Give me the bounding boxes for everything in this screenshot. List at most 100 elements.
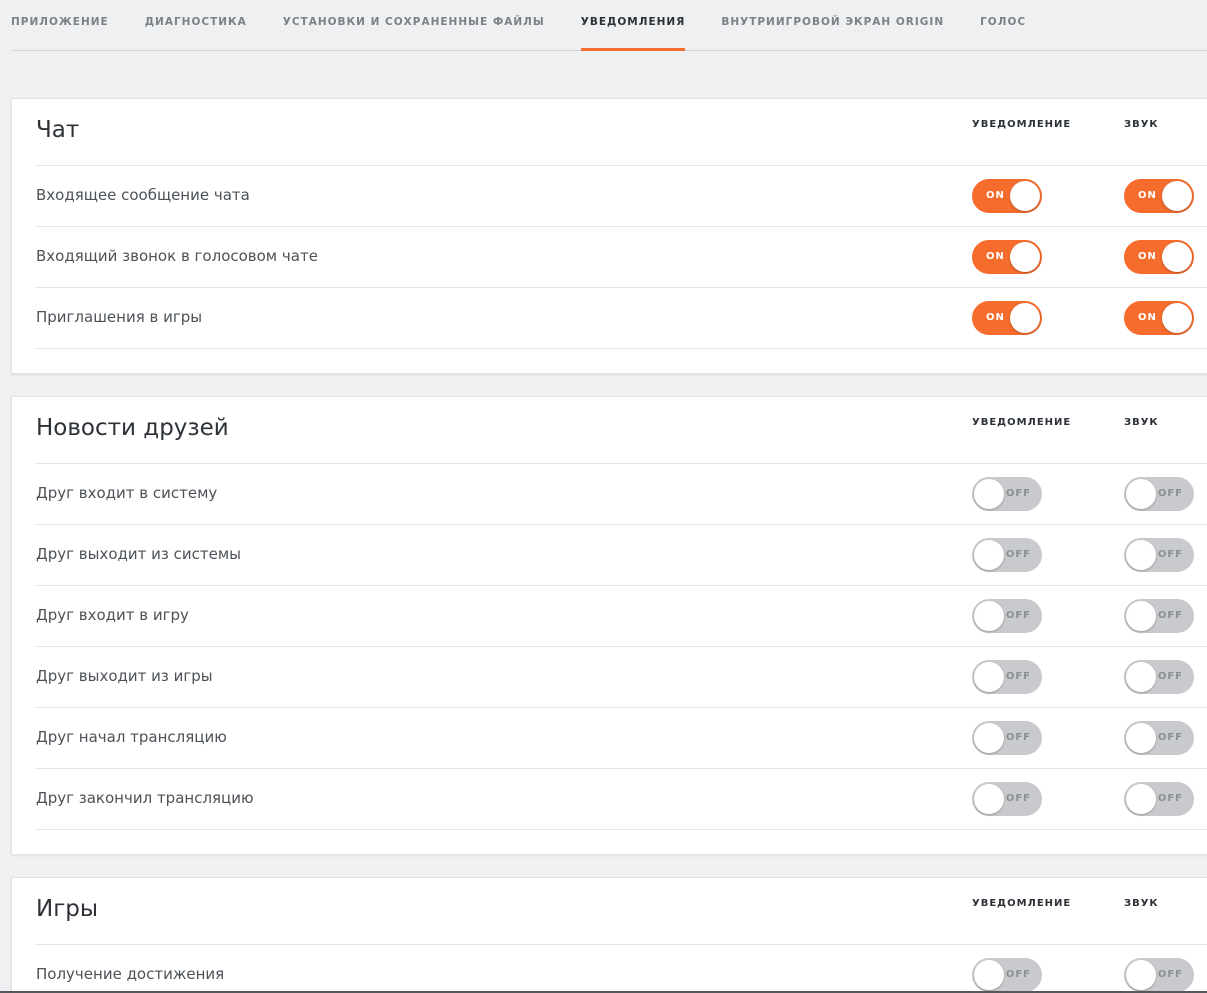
section-chat: Чат УВЕДОМЛЕНИЕ ЗВУК Входящее сообщение … xyxy=(11,98,1207,374)
toggle-state-text: OFF xyxy=(1157,793,1183,804)
tab-notifications[interactable]: УВЕДОМЛЕНИЯ xyxy=(580,0,686,51)
column-header-sound: ЗВУК xyxy=(1124,119,1159,130)
sound-toggle[interactable]: OFF xyxy=(1124,599,1194,633)
toggle-knob xyxy=(1010,303,1040,333)
sound-toggle[interactable]: ON xyxy=(1124,179,1194,213)
toggle-knob xyxy=(1126,601,1156,631)
setting-label: Получение достижения xyxy=(36,965,225,983)
toggle-knob xyxy=(974,601,1004,631)
notification-toggle[interactable]: OFF xyxy=(972,782,1042,816)
notification-toggle[interactable]: OFF xyxy=(972,599,1042,633)
setting-label: Друг входит в систему xyxy=(36,484,218,502)
toggle-state-text: OFF xyxy=(1157,732,1183,743)
toggle-state-text: OFF xyxy=(1005,488,1031,499)
section-title: Новости друзей xyxy=(36,415,229,441)
sound-toggle[interactable]: OFF xyxy=(1124,477,1194,511)
toggle-knob xyxy=(974,479,1004,509)
toggle-knob xyxy=(1126,960,1156,990)
toggle-knob xyxy=(1126,723,1156,753)
sound-toggle[interactable]: ON xyxy=(1124,301,1194,335)
toggle-state-text: OFF xyxy=(1005,969,1031,980)
sound-toggle[interactable]: OFF xyxy=(1124,538,1194,572)
notification-toggle[interactable]: OFF xyxy=(972,660,1042,694)
toggle-state-text: ON xyxy=(1138,251,1157,262)
setting-row: Друг выходит из системы OFF OFF xyxy=(35,525,1207,586)
notification-toggle[interactable]: ON xyxy=(972,179,1042,213)
toggle-knob xyxy=(974,723,1004,753)
toggle-knob xyxy=(1010,181,1040,211)
setting-label: Приглашения в игры xyxy=(36,308,203,326)
tab-application[interactable]: ПРИЛОЖЕНИЕ xyxy=(11,0,109,50)
toggle-state-text: ON xyxy=(1138,312,1157,323)
tab-diagnostics[interactable]: ДИАГНОСТИКА xyxy=(145,0,247,50)
notification-toggle[interactable]: ON xyxy=(972,301,1042,335)
setting-row: Друг входит в систему OFF OFF xyxy=(35,464,1207,525)
notification-toggle[interactable]: ON xyxy=(972,240,1042,274)
notification-toggle[interactable]: OFF xyxy=(972,721,1042,755)
toggle-knob xyxy=(1126,784,1156,814)
toggle-state-text: OFF xyxy=(1005,732,1031,743)
column-header-sound: ЗВУК xyxy=(1124,417,1159,428)
toggle-state-text: ON xyxy=(986,190,1005,201)
settings-page: ПРИЛОЖЕНИЕ ДИАГНОСТИКА УСТАНОВКИ И СОХРА… xyxy=(0,0,1207,993)
toggle-knob xyxy=(974,784,1004,814)
toggle-state-text: OFF xyxy=(1157,549,1183,560)
toggle-state-text: OFF xyxy=(1157,610,1183,621)
toggle-state-text: OFF xyxy=(1005,671,1031,682)
notification-toggle[interactable]: OFF xyxy=(972,538,1042,572)
toggle-knob xyxy=(974,540,1004,570)
setting-row: Друг входит в игру OFF OFF xyxy=(35,586,1207,647)
section-header: Чат УВЕДОМЛЕНИЕ ЗВУК xyxy=(35,99,1207,166)
setting-label: Входящий звонок в голосовом чате xyxy=(36,247,318,265)
toggle-state-text: ON xyxy=(986,251,1005,262)
toggle-state-text: ON xyxy=(1138,190,1157,201)
setting-label: Друг выходит из игры xyxy=(36,667,213,685)
setting-label: Друг закончил трансляцию xyxy=(36,789,254,807)
toggle-knob xyxy=(1126,662,1156,692)
setting-row: Входящее сообщение чата ON ON xyxy=(35,166,1207,227)
sound-toggle[interactable]: OFF xyxy=(1124,721,1194,755)
column-header-sound: ЗВУК xyxy=(1124,898,1159,909)
tab-origin-in-game[interactable]: ВНУТРИИГРОВОЙ ЭКРАН ORIGIN xyxy=(721,0,944,50)
section-header: Новости друзей УВЕДОМЛЕНИЕ ЗВУК xyxy=(35,397,1207,464)
toggle-state-text: OFF xyxy=(1005,793,1031,804)
toggle-state-text: ON xyxy=(986,312,1005,323)
notification-toggle[interactable]: OFF xyxy=(972,958,1042,992)
setting-label: Друг входит в игру xyxy=(36,606,189,624)
setting-label: Входящее сообщение чата xyxy=(36,186,250,204)
notification-toggle[interactable]: OFF xyxy=(972,477,1042,511)
tab-installs-saves[interactable]: УСТАНОВКИ И СОХРАНЕННЫЕ ФАЙЛЫ xyxy=(283,0,545,50)
setting-label: Друг начал трансляцию xyxy=(36,728,227,746)
tab-voice[interactable]: ГОЛОС xyxy=(980,0,1026,50)
section-header: Игры УВЕДОМЛЕНИЕ ЗВУК xyxy=(35,878,1207,945)
sound-toggle[interactable]: ON xyxy=(1124,240,1194,274)
toggle-knob xyxy=(1010,242,1040,272)
section-friends-news: Новости друзей УВЕДОМЛЕНИЕ ЗВУК Друг вхо… xyxy=(11,396,1207,855)
toggle-knob xyxy=(974,960,1004,990)
toggle-knob xyxy=(974,662,1004,692)
toggle-knob xyxy=(1162,181,1192,211)
toggle-state-text: OFF xyxy=(1005,549,1031,560)
setting-row: Приглашения в игры ON ON xyxy=(35,288,1207,349)
toggle-knob xyxy=(1162,242,1192,272)
setting-row: Получение достижения OFF OFF xyxy=(35,945,1207,993)
toggle-state-text: OFF xyxy=(1157,671,1183,682)
toggle-knob xyxy=(1162,303,1192,333)
section-title: Чат xyxy=(36,117,80,143)
setting-label: Друг выходит из системы xyxy=(36,545,241,563)
section-title: Игры xyxy=(36,896,99,922)
toggle-state-text: OFF xyxy=(1157,488,1183,499)
sound-toggle[interactable]: OFF xyxy=(1124,660,1194,694)
sound-toggle[interactable]: OFF xyxy=(1124,782,1194,816)
sound-toggle[interactable]: OFF xyxy=(1124,958,1194,992)
column-header-notification: УВЕДОМЛЕНИЕ xyxy=(972,898,1072,909)
toggle-state-text: OFF xyxy=(1005,610,1031,621)
setting-row: Друг закончил трансляцию OFF OFF xyxy=(35,769,1207,830)
setting-row: Входящий звонок в голосовом чате ON ON xyxy=(35,227,1207,288)
section-games: Игры УВЕДОМЛЕНИЕ ЗВУК Получение достижен… xyxy=(11,877,1207,993)
column-header-notification: УВЕДОМЛЕНИЕ xyxy=(972,119,1072,130)
setting-row: Друг начал трансляцию OFF OFF xyxy=(35,708,1207,769)
column-header-notification: УВЕДОМЛЕНИЕ xyxy=(972,417,1072,428)
toggle-state-text: OFF xyxy=(1157,969,1183,980)
setting-row: Друг выходит из игры OFF OFF xyxy=(35,647,1207,708)
